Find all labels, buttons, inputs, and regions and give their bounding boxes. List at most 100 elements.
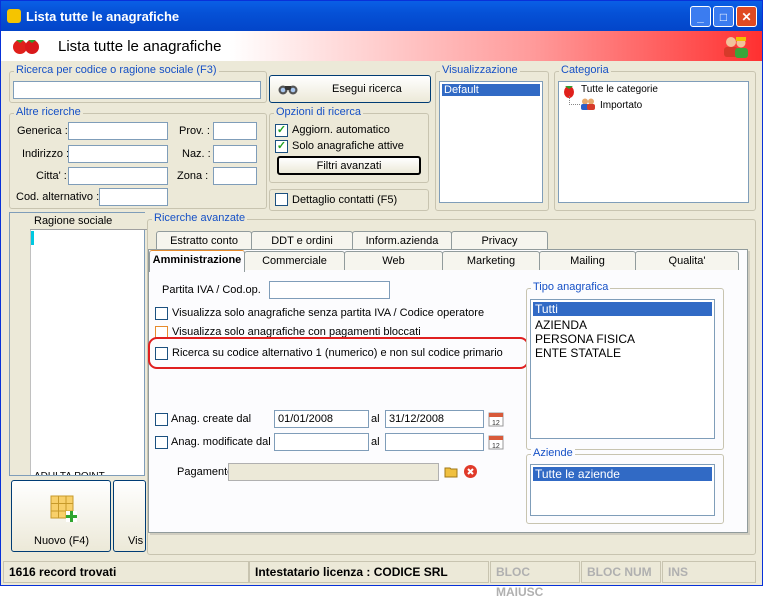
folder-open-icon[interactable] (444, 464, 459, 479)
tab-amministrazione[interactable]: Amministrazione (149, 250, 245, 272)
prov-label: Prov. : (179, 125, 210, 137)
advanced-search-label: Ricerche avanzate (152, 212, 248, 224)
records-grid[interactable]: Ragione sociale ADULTA POINT (9, 212, 148, 476)
tab-mailing[interactable]: Mailing (539, 251, 636, 270)
title-bar: Lista tutte le anagrafiche _ □ ✕ (1, 1, 762, 31)
clear-icon[interactable] (463, 464, 478, 479)
auto-update-label: Aggiorn. automatico (292, 124, 390, 136)
status-caps: BLOC MAIUSC (490, 561, 580, 599)
page-title: Lista tutte le anagrafiche (58, 38, 222, 55)
view-label: Visualizzazione (440, 64, 520, 76)
only-active-checkbox[interactable]: ✓ (275, 140, 288, 153)
other-search-label: Altre ricerche (14, 106, 83, 118)
status-license: Intestatario licenza : CODICE SRL (249, 561, 489, 583)
company-item-all[interactable]: Tutte le aziende (533, 467, 712, 481)
view-item-default[interactable]: Default (442, 84, 540, 96)
indirizzo-input[interactable] (68, 145, 168, 163)
advanced-filters-button[interactable]: Filtri avanzati (277, 156, 421, 175)
category-tree[interactable]: Tutte le categorie Importato (558, 81, 749, 203)
modified-from-input[interactable] (274, 433, 369, 451)
type-item-tutti[interactable]: Tutti (533, 302, 712, 316)
type-item-ente[interactable]: ENTE STATALE (533, 346, 712, 360)
category-root[interactable]: Tutte le categorie (581, 84, 658, 95)
naz-input[interactable] (213, 145, 257, 163)
calendar-icon[interactable]: 12 (488, 411, 504, 427)
modified-to-input[interactable] (385, 433, 484, 451)
tab-web[interactable]: Web (344, 251, 443, 270)
modified-al-label: al (371, 436, 380, 448)
blocked-payments-label: Visualizza solo anagrafiche con pagament… (172, 326, 421, 337)
status-records: 1616 record trovati (3, 561, 249, 583)
partita-iva-input[interactable] (269, 281, 390, 299)
created-label: Anag. create dal (171, 413, 252, 425)
minimize-button[interactable]: _ (690, 6, 711, 27)
created-from-input[interactable] (274, 410, 369, 428)
cod-alt-label: Cod. alternativo : (16, 191, 100, 203)
page-header: Lista tutte le anagrafiche (1, 31, 762, 61)
window-title: Lista tutte le anagrafiche (26, 9, 180, 24)
created-checkbox[interactable] (155, 413, 168, 426)
modified-checkbox[interactable] (155, 436, 168, 449)
category-label: Categoria (559, 64, 611, 76)
citta-input[interactable] (68, 167, 168, 185)
tab-ddt-ordini[interactable]: DDT e ordini (251, 231, 353, 250)
main-window: Lista tutte le anagrafiche _ □ ✕ Lista t… (0, 0, 763, 599)
auto-update-checkbox[interactable]: ✓ (275, 124, 288, 137)
no-vat-label: Visualizza solo anagrafiche senza partit… (172, 307, 485, 319)
grid-column-header[interactable]: Ragione sociale (30, 213, 148, 230)
view-button[interactable]: Vis (113, 480, 146, 552)
add-grid-icon (50, 495, 77, 522)
tab-commerciale[interactable]: Commerciale (244, 251, 345, 270)
search-group: Ricerca per codice o ragione sociale (F3… (9, 64, 267, 103)
payment-field[interactable] (228, 463, 439, 481)
search-input[interactable] (13, 81, 261, 99)
tree-line (569, 96, 580, 105)
category-child[interactable]: Importato (600, 100, 642, 111)
cod-alt-input[interactable] (99, 188, 168, 206)
partita-iva-label: Partita IVA / Cod.op. (162, 284, 261, 296)
maximize-button[interactable]: □ (713, 6, 734, 27)
only-active-label: Solo anagrafiche attive (292, 140, 404, 152)
tab-inform-azienda[interactable]: Inform.azienda (352, 231, 452, 250)
close-button[interactable]: ✕ (736, 6, 757, 27)
zona-input[interactable] (213, 167, 257, 185)
binoculars-icon (278, 85, 298, 95)
strawberry-icon (13, 40, 39, 54)
alt-code-label: Ricerca su codice alternativo 1 (numeric… (172, 347, 503, 359)
status-num: BLOC NUM (581, 561, 661, 583)
created-to-input[interactable] (385, 410, 484, 428)
citta-label: Citta' : (36, 170, 67, 182)
tab-qualita[interactable]: Qualita' (635, 251, 739, 270)
view-list[interactable]: Default (439, 81, 543, 203)
new-button[interactable]: Nuovo (F4) (11, 480, 111, 552)
view-button-label: Vis (128, 535, 144, 547)
alt-code-checkbox[interactable] (155, 347, 168, 360)
grid-cursor (31, 231, 34, 245)
type-label: Tipo anagrafica (531, 281, 611, 293)
type-list[interactable]: Tutti AZIENDA PERSONA FISICA ENTE STATAL… (530, 299, 715, 439)
no-vat-checkbox[interactable] (155, 307, 168, 320)
companies-list[interactable]: Tutte le aziende (530, 464, 715, 516)
calendar-icon[interactable]: 12 (488, 434, 504, 450)
grid-row-headers (10, 213, 31, 475)
tab-privacy[interactable]: Privacy (451, 231, 548, 250)
svg-text:12: 12 (492, 443, 500, 450)
tab-marketing[interactable]: Marketing (442, 251, 540, 270)
companies-label: Aziende (531, 447, 575, 459)
generica-label: Generica : (17, 125, 68, 137)
tab-estratto-conto[interactable]: Estratto conto (156, 231, 252, 250)
generica-input[interactable] (68, 122, 168, 140)
contact-detail-checkbox[interactable] (275, 193, 288, 206)
type-item-persona[interactable]: PERSONA FISICA (533, 332, 712, 346)
grid-bottom-row: ADULTA POINT (34, 467, 142, 475)
zona-label: Zona : (177, 170, 209, 182)
status-ins: INS (662, 561, 756, 583)
app-icon (7, 9, 21, 23)
prov-input[interactable] (213, 122, 257, 140)
search-button[interactable]: Esegui ricerca (269, 75, 431, 103)
indirizzo-label: Indirizzo : (22, 148, 70, 160)
new-button-label: Nuovo (F4) (34, 535, 90, 547)
type-item-azienda[interactable]: AZIENDA (533, 318, 712, 332)
created-al-label: al (371, 413, 380, 425)
options-label: Opzioni di ricerca (274, 106, 363, 118)
